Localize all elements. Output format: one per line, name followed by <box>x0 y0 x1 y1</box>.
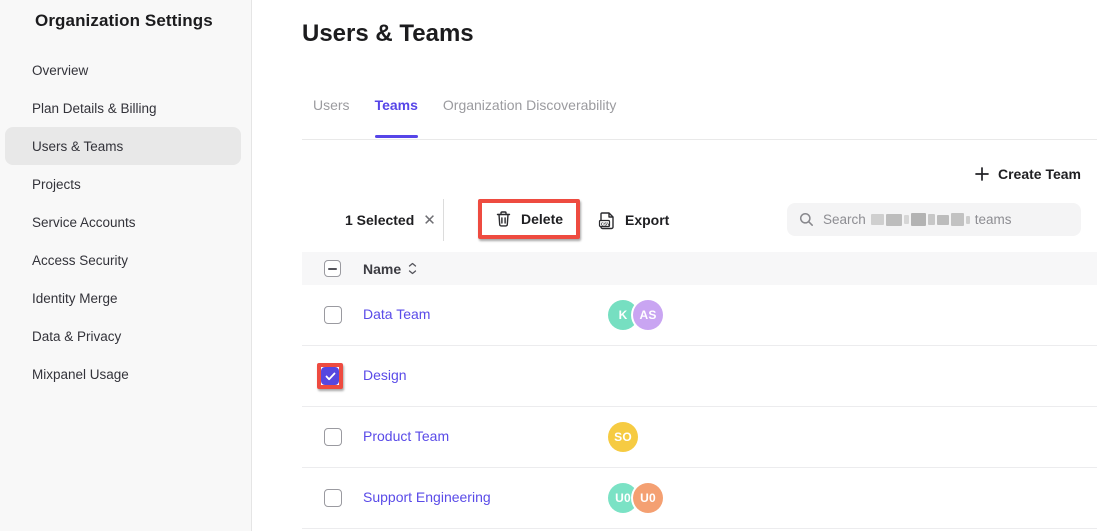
table-header-row: Name <box>302 252 1097 285</box>
annotation-highlight-delete: Delete <box>478 199 580 239</box>
avatar: SO <box>608 422 638 452</box>
main-content: Users & Teams Users Teams Organization D… <box>252 0 1108 531</box>
export-label: Export <box>625 212 669 228</box>
team-name-link[interactable]: Product Team <box>363 428 449 444</box>
page-title: Users & Teams <box>302 20 474 48</box>
select-all-checkbox[interactable] <box>324 260 341 277</box>
team-name-link[interactable]: Support Engineering <box>363 489 491 505</box>
tab-bar: Users Teams Organization Discoverability <box>313 97 616 113</box>
row-checkbox-checked[interactable] <box>321 367 339 385</box>
tab-teams[interactable]: Teams <box>375 97 418 113</box>
sort-icon[interactable] <box>408 262 417 275</box>
team-name-link[interactable]: Design <box>363 367 407 383</box>
sidebar-item-plan-details-billing[interactable]: Plan Details & Billing <box>5 89 241 127</box>
sidebar-item-access-security[interactable]: Access Security <box>5 241 241 279</box>
tabs-divider <box>302 139 1097 140</box>
toolbar-divider <box>443 199 444 241</box>
table-row: Product Team SO <box>302 407 1097 468</box>
team-name-link[interactable]: Data Team <box>363 306 430 322</box>
clear-selection-icon[interactable]: ✕ <box>423 213 436 228</box>
sidebar-item-identity-merge[interactable]: Identity Merge <box>5 279 241 317</box>
svg-text:CSV: CSV <box>601 221 611 226</box>
row-checkbox[interactable] <box>324 428 342 446</box>
plus-icon <box>975 167 989 181</box>
tab-organization-discoverability[interactable]: Organization Discoverability <box>443 97 617 113</box>
search-icon <box>799 212 814 227</box>
sidebar-item-users-teams[interactable]: Users & Teams <box>5 127 241 165</box>
avatar-group: K AS <box>608 300 663 330</box>
sidebar-item-service-accounts[interactable]: Service Accounts <box>5 203 241 241</box>
table-row: Design <box>302 346 1097 407</box>
table-row: Data Team K AS <box>302 285 1097 346</box>
teams-table: Name Data Team K AS <box>302 252 1097 529</box>
toolbar: 1 Selected ✕ Delete <box>252 199 1108 241</box>
annotation-highlight-checkbox <box>317 363 343 389</box>
sidebar-title: Organization Settings <box>35 11 213 31</box>
sidebar-item-mixpanel-usage[interactable]: Mixpanel Usage <box>5 355 241 393</box>
row-checkbox[interactable] <box>324 489 342 507</box>
avatar-group: U0 U0 <box>608 483 663 513</box>
sidebar-nav: Overview Plan Details & Billing Users & … <box>0 51 251 393</box>
selection-chip: 1 Selected ✕ <box>345 199 436 241</box>
avatar: AS <box>633 300 663 330</box>
sidebar-item-projects[interactable]: Projects <box>5 165 241 203</box>
delete-button[interactable]: Delete <box>482 203 576 235</box>
delete-label: Delete <box>521 211 563 227</box>
search-placeholder: Search teams <box>823 212 1012 227</box>
redacted-text <box>871 213 970 226</box>
table-row: Support Engineering U0 U0 <box>302 468 1097 529</box>
avatar-group: SO <box>608 422 638 452</box>
trash-icon <box>495 210 512 228</box>
sidebar: Organization Settings Overview Plan Deta… <box>0 0 252 531</box>
csv-file-icon: CSV <box>598 211 616 230</box>
tab-users[interactable]: Users <box>313 97 350 113</box>
export-button[interactable]: CSV Export <box>598 199 669 241</box>
selected-count: 1 Selected <box>345 212 414 228</box>
name-column-header: Name <box>363 261 401 277</box>
sidebar-item-data-privacy[interactable]: Data & Privacy <box>5 317 241 355</box>
sidebar-item-overview[interactable]: Overview <box>5 51 241 89</box>
search-input[interactable]: Search teams <box>787 203 1081 236</box>
avatar: U0 <box>633 483 663 513</box>
create-team-button[interactable]: Create Team <box>975 163 1081 185</box>
create-team-label: Create Team <box>998 166 1081 182</box>
row-checkbox[interactable] <box>324 306 342 324</box>
